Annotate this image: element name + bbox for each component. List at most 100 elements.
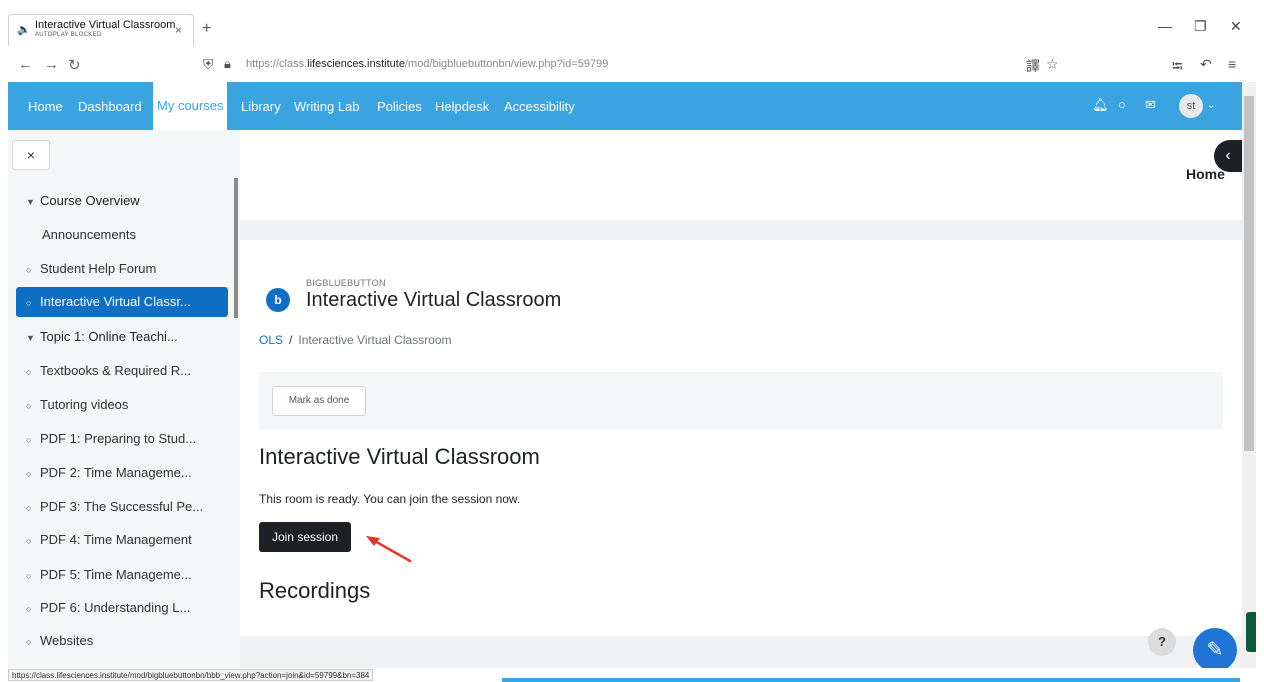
item-label: PDF 2: Time Manageme... bbox=[40, 465, 192, 480]
section-label: Topic 1: Online Teachi... bbox=[40, 329, 178, 344]
drawer-item-pdf-4[interactable]: ○ PDF 4: Time Management bbox=[16, 525, 228, 555]
lock-icon[interactable]: 🔒︎ bbox=[224, 56, 231, 72]
drawer-item-interactive-virtual-classroom[interactable]: ○ Interactive Virtual Classr... bbox=[16, 287, 228, 317]
item-label: Interactive Virtual Classr... bbox=[40, 294, 191, 309]
translate-icon[interactable]: 譯 bbox=[1026, 56, 1040, 76]
join-session-button[interactable]: Join session bbox=[259, 522, 351, 552]
status-progress-line bbox=[502, 678, 1240, 682]
section-label: Course Overview bbox=[40, 193, 140, 208]
chevron-down-icon[interactable]: ▼ bbox=[26, 187, 40, 216]
item-label: Websites bbox=[40, 633, 94, 648]
circle-icon: ○ bbox=[26, 503, 32, 513]
reload-icon[interactable]: ↻ bbox=[68, 56, 81, 74]
tab-close-icon[interactable]: × bbox=[175, 23, 182, 37]
item-label: PDF 4: Time Management bbox=[40, 532, 192, 547]
tab-subtitle: AUTOPLAY BLOCKED bbox=[35, 32, 102, 38]
page-header bbox=[240, 130, 1242, 220]
nav-policies[interactable]: Policies bbox=[377, 99, 422, 114]
breadcrumb: OLS / Interactive Virtual Classroom bbox=[259, 333, 452, 347]
new-tab-button[interactable]: + bbox=[202, 20, 211, 38]
scrollbar-thumb[interactable] bbox=[1244, 96, 1254, 451]
bookmark-star-icon[interactable]: ☆ bbox=[1046, 56, 1059, 73]
drawer-item-announcements[interactable]: Announcements bbox=[16, 220, 228, 250]
back-icon[interactable]: ← bbox=[18, 56, 33, 73]
avatar[interactable]: st bbox=[1179, 94, 1203, 118]
circle-icon: ○ bbox=[26, 401, 32, 411]
module-type: BIGBLUEBUTTON bbox=[306, 278, 386, 288]
bell-icon[interactable]: 🔔︎ bbox=[1092, 97, 1109, 113]
item-label: PDF 1: Preparing to Stud... bbox=[40, 431, 197, 446]
forward-icon[interactable]: → bbox=[44, 56, 59, 73]
breadcrumb-current: Interactive Virtual Classroom bbox=[298, 333, 452, 347]
circle-icon: ○ bbox=[26, 298, 32, 308]
speaker-muted-icon: 🔈 bbox=[17, 24, 31, 36]
mark-as-done-button[interactable]: Mark as done bbox=[272, 386, 366, 416]
circle-icon: ○ bbox=[26, 367, 32, 377]
nav-writing-lab[interactable]: Writing Lab bbox=[294, 99, 360, 114]
extension-icon[interactable]: ⭾ bbox=[1172, 56, 1183, 80]
circle-icon: ○ bbox=[26, 571, 32, 581]
side-edge-tab[interactable] bbox=[1246, 612, 1256, 652]
browser-toolbar: ← → ↻ ⛨ 🔒︎ https://class.lifesciences.in… bbox=[0, 48, 1264, 82]
undo-icon[interactable]: ↶ bbox=[1200, 56, 1212, 73]
menu-icon[interactable]: ≡ bbox=[1228, 56, 1236, 72]
url-path: /mod/bigbluebuttonbn/view.php?id=59799 bbox=[404, 58, 609, 70]
drawer-item-pdf-3[interactable]: ○ PDF 3: The Successful Pe... bbox=[16, 492, 228, 522]
item-label: Announcements bbox=[42, 227, 136, 242]
drawer-item-websites[interactable]: ○ Websites bbox=[16, 626, 228, 656]
room-heading: Interactive Virtual Classroom bbox=[259, 444, 540, 469]
drawer-item-student-help-forum[interactable]: ○ Student Help Forum bbox=[16, 254, 228, 284]
address-bar[interactable]: https://class.lifesciences.institute/mod… bbox=[246, 58, 608, 70]
window-close-icon[interactable]: ✕ bbox=[1230, 18, 1242, 35]
breadcrumb-separator: / bbox=[289, 333, 293, 347]
breadcrumb-link-ols[interactable]: OLS bbox=[259, 333, 283, 347]
page-scrollbar[interactable] bbox=[1242, 82, 1256, 668]
edit-fab-button[interactable]: ✎ bbox=[1193, 628, 1237, 672]
section-course-overview[interactable]: ▼ Course Overview bbox=[16, 186, 228, 216]
chevron-left-icon: ‹ bbox=[1225, 147, 1231, 164]
shield-icon[interactable]: ⛨ bbox=[203, 56, 214, 73]
circle-icon: ○ bbox=[26, 435, 32, 445]
chat-icon[interactable]: ○ bbox=[1118, 97, 1126, 112]
bigbluebutton-icon: b bbox=[266, 288, 290, 312]
status-url: https://class.lifesciences.institute/mod… bbox=[8, 669, 374, 681]
room-status-message: This room is ready. You can join the ses… bbox=[259, 492, 521, 506]
circle-icon: ○ bbox=[26, 536, 32, 546]
item-label: PDF 3: The Successful Pe... bbox=[40, 499, 204, 514]
restore-icon[interactable]: ❐ bbox=[1194, 18, 1207, 35]
nav-home[interactable]: Home bbox=[28, 99, 63, 114]
section-topic-1[interactable]: ▼ Topic 1: Online Teachi... bbox=[16, 322, 228, 352]
circle-icon: ○ bbox=[26, 265, 32, 275]
nav-helpdesk[interactable]: Helpdesk bbox=[435, 99, 489, 114]
nav-accessibility[interactable]: Accessibility bbox=[504, 99, 575, 114]
drawer-item-pdf-1[interactable]: ○ PDF 1: Preparing to Stud... bbox=[16, 424, 228, 454]
chevron-down-icon[interactable]: ⌄ bbox=[1207, 100, 1215, 111]
item-label: Textbooks & Required R... bbox=[40, 363, 192, 378]
minimize-icon[interactable]: — bbox=[1158, 18, 1172, 34]
drawer-item-pdf-2[interactable]: ○ PDF 2: Time Manageme... bbox=[16, 458, 228, 488]
close-drawer-button[interactable]: × bbox=[12, 140, 50, 170]
circle-icon: ○ bbox=[26, 637, 32, 647]
pencil-icon: ✎ bbox=[1206, 639, 1224, 661]
tab-title: Interactive Virtual Classroom bbox=[35, 19, 176, 31]
drawer-item-textbooks[interactable]: ○ Textbooks & Required R... bbox=[16, 356, 228, 386]
help-button[interactable]: ? bbox=[1148, 628, 1176, 656]
red-arrow-annotation bbox=[366, 536, 412, 563]
browser-tabbar: 🔈 Interactive Virtual Classroom AUTOPLAY… bbox=[0, 0, 1264, 46]
item-label: PDF 5: Time Manageme... bbox=[40, 567, 192, 582]
nav-dashboard[interactable]: Dashboard bbox=[78, 99, 142, 114]
page-title: Interactive Virtual Classroom bbox=[306, 289, 562, 311]
browser-tab[interactable]: 🔈 Interactive Virtual Classroom AUTOPLAY… bbox=[8, 14, 194, 46]
drawer-scrollbar[interactable] bbox=[234, 178, 238, 318]
drawer-item-tutoring-videos[interactable]: ○ Tutoring videos bbox=[16, 390, 228, 420]
chevron-down-icon[interactable]: ▼ bbox=[26, 323, 40, 352]
site-navbar: Home Dashboard My courses Library Writin… bbox=[8, 82, 1242, 130]
circle-icon: ○ bbox=[26, 604, 32, 614]
nav-my-courses[interactable]: My courses bbox=[153, 82, 228, 130]
mail-icon[interactable]: ✉ bbox=[1145, 97, 1156, 113]
url-host: lifesciences.institute bbox=[307, 58, 405, 70]
drawer-item-pdf-6[interactable]: ○ PDF 6: Understanding L... bbox=[16, 593, 228, 623]
nav-library[interactable]: Library bbox=[241, 99, 281, 114]
drawer-item-pdf-5[interactable]: ○ PDF 5: Time Manageme... bbox=[16, 560, 228, 590]
home-label: Home bbox=[1186, 166, 1225, 182]
